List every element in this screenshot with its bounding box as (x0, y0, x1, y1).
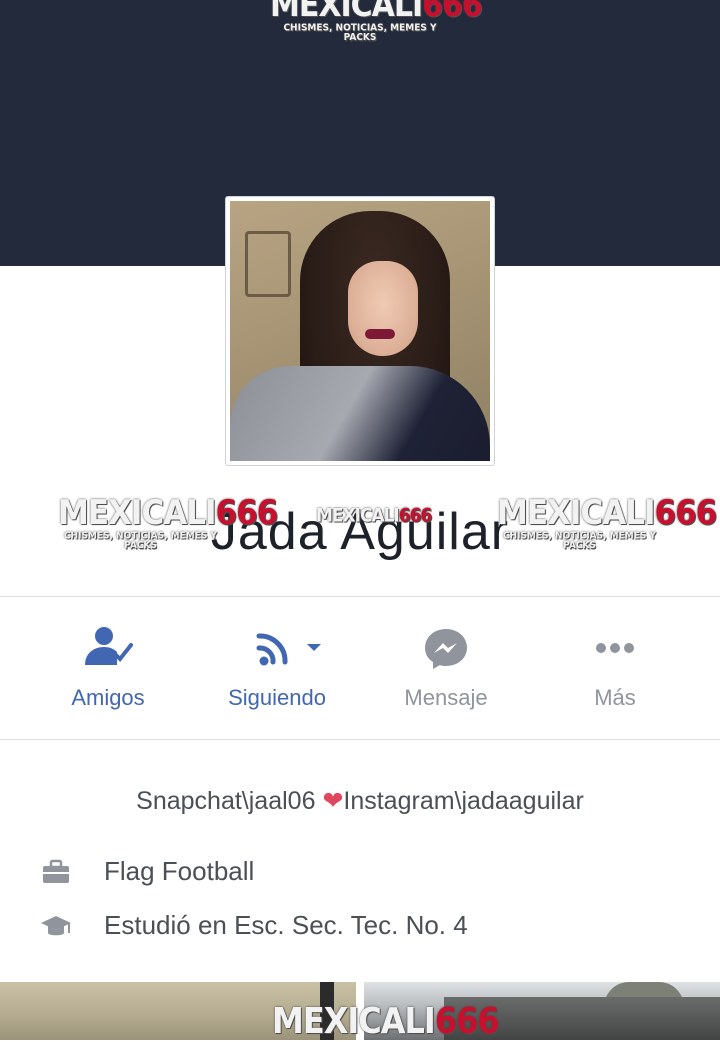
watermark-logo-bottom: MEXICALI666 (272, 1000, 500, 1042)
more-label: Más (594, 685, 636, 710)
rss-follow-icon (256, 633, 321, 666)
bio-instagram-text: Instagram\jadaaguilar (343, 787, 584, 815)
work-info-row[interactable]: Flag Football (0, 852, 720, 892)
following-label: Siguiendo (228, 685, 326, 710)
profile-bio: Snapchat\jaal06 ❤Instagram\jadaaguilar (0, 786, 720, 816)
education-text: Estudió en Esc. Sec. Tec. No. 4 (104, 910, 468, 940)
work-text: Flag Football (104, 856, 255, 886)
profile-picture[interactable] (225, 196, 495, 466)
heart-icon: ❤ (322, 787, 344, 815)
watermark-logo-center: MEXICALI666 (316, 504, 432, 527)
friends-label: Amigos (71, 685, 145, 710)
more-dots-icon (596, 643, 634, 653)
more-button[interactable]: Más (525, 597, 705, 739)
profile-actions-bar: Amigos Siguiendo Mensaje Más (0, 597, 720, 739)
bio-snapchat-text: Snapchat\jaal06 (136, 787, 323, 815)
message-label: Mensaje (404, 685, 488, 710)
education-info-row[interactable]: Estudió en Esc. Sec. Tec. No. 4 (0, 906, 720, 946)
following-button[interactable]: Siguiendo (187, 597, 367, 739)
friends-button[interactable]: Amigos (18, 597, 198, 739)
briefcase-icon (43, 859, 69, 883)
friends-check-icon (85, 627, 133, 665)
profile-photo-image (230, 201, 490, 461)
watermark-logo-left: MEXICALI666 CHISMES, NOTICIAS, MEMES Y P… (58, 493, 278, 552)
divider (0, 739, 720, 740)
chevron-down-icon (307, 644, 321, 651)
watermark-logo: MEXICALI666 CHISMES, NOTICIAS, MEMES Y P… (270, 0, 483, 44)
messenger-icon (425, 629, 467, 669)
message-button[interactable]: Mensaje (356, 597, 536, 739)
graduation-cap-icon (41, 916, 71, 936)
watermark-logo-right: MEXICALI666 CHISMES, NOTICIAS, MEMES Y P… (497, 493, 717, 552)
